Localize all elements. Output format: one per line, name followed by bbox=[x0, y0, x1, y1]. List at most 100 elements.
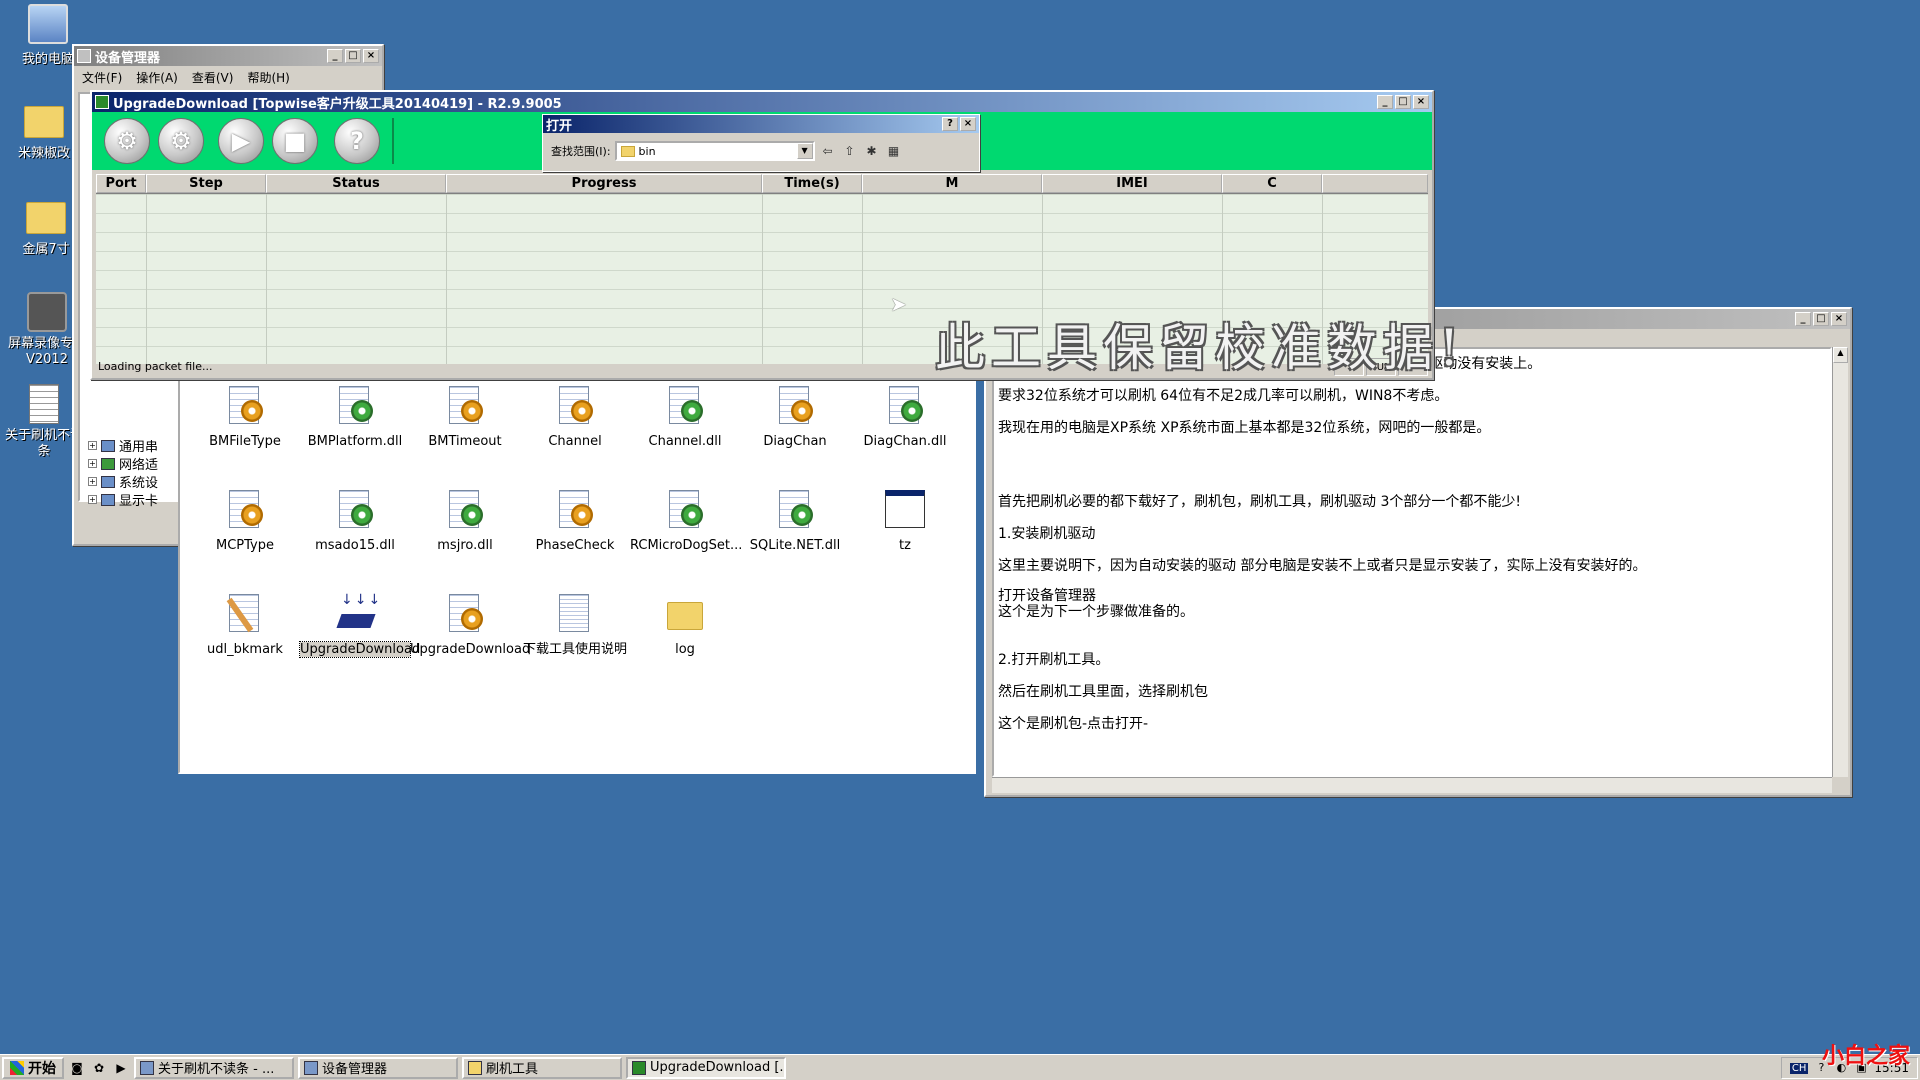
scroll-up-icon[interactable]: ▲ bbox=[1833, 347, 1848, 363]
view-menu-icon[interactable]: ▦ bbox=[885, 142, 903, 160]
column-empty[interactable] bbox=[1322, 174, 1428, 193]
upgrade-download-titlebar[interactable]: UpgradeDownload [Topwise客户升级工具20140419] … bbox=[92, 92, 1432, 112]
column-imei[interactable]: IMEI bbox=[1042, 174, 1222, 193]
tree-item-network[interactable]: + 网络适 bbox=[88, 454, 158, 473]
file-item[interactable]: 下载工具使用说明 bbox=[520, 592, 630, 658]
task-device-manager[interactable]: 设备管理器 bbox=[298, 1056, 458, 1079]
file-label: MCPType bbox=[216, 538, 274, 553]
column-status[interactable]: Status bbox=[266, 174, 446, 193]
file-item[interactable]: PhaseCheck bbox=[520, 488, 630, 553]
dll-file-icon bbox=[333, 488, 377, 532]
text-line: 我现在用的电脑是XP系统 XP系统市面上基本都是32位系统，网吧的一般都是。 bbox=[998, 420, 1491, 436]
file-list[interactable]: BMFileType BMPlatform.dll BMTimeout Channel… bbox=[178, 372, 976, 774]
file-item[interactable]: UpgradeDownload bbox=[410, 592, 530, 657]
column-time[interactable]: Time(s) bbox=[762, 174, 862, 193]
file-item[interactable]: BMTimeout bbox=[410, 384, 520, 449]
menu-help[interactable]: 帮助(H) bbox=[247, 69, 289, 86]
text-document-window[interactable]: _ □ × 我这里主要说明下刷机，选择好刷机包连接电脑后，不读条的问题-----… bbox=[984, 307, 1852, 797]
show-desktop-icon[interactable]: ◙ bbox=[68, 1059, 86, 1077]
tree-item-display[interactable]: + 显示卡 bbox=[88, 490, 158, 509]
up-folder-icon[interactable]: ⇧ bbox=[841, 142, 859, 160]
config-file-icon bbox=[443, 592, 487, 636]
device-manager-title: 设备管理器 bbox=[95, 50, 161, 66]
file-item[interactable]: DiagChan.dll bbox=[850, 384, 960, 449]
tree-item-usb[interactable]: + 通用串 bbox=[88, 436, 158, 455]
expand-icon[interactable]: + bbox=[88, 459, 97, 468]
stop-button[interactable]: ■ bbox=[272, 118, 318, 164]
column-progress[interactable]: Progress bbox=[446, 174, 762, 193]
dll-file-icon bbox=[443, 488, 487, 532]
file-item[interactable]: udl_bkmark bbox=[190, 592, 300, 657]
settings-button[interactable]: ⚙ bbox=[104, 118, 150, 164]
file-item[interactable]: BMFileType bbox=[190, 384, 300, 449]
device-manager-icon bbox=[77, 49, 91, 63]
file-item[interactable]: msado15.dll bbox=[300, 488, 410, 553]
close-button[interactable]: × bbox=[363, 49, 379, 63]
open-dialog-titlebar[interactable]: 打开 ? × bbox=[543, 115, 979, 134]
new-folder-icon[interactable]: ✱ bbox=[863, 142, 881, 160]
look-in-row: 查找范围(I): bin ▼ ⇦ ⇧ ✱ ▦ bbox=[551, 141, 903, 161]
column-port[interactable]: Port bbox=[96, 174, 146, 193]
task-flash-tool[interactable]: 刷机工具 bbox=[462, 1056, 622, 1079]
file-item[interactable]: RCMicroDogSet... bbox=[630, 488, 742, 553]
media-player-icon[interactable]: ▶ bbox=[112, 1059, 130, 1077]
look-in-combo[interactable]: bin ▼ bbox=[614, 141, 815, 161]
document-icon bbox=[553, 592, 597, 636]
file-item[interactable]: SQLite.NET.dll bbox=[740, 488, 850, 553]
close-button[interactable]: × bbox=[1413, 95, 1429, 109]
chevron-down-icon[interactable]: ▼ bbox=[796, 143, 813, 159]
file-item[interactable]: log bbox=[630, 592, 740, 657]
file-item[interactable]: tz bbox=[850, 488, 960, 553]
device-manager-titlebar[interactable]: 设备管理器 _ □ × bbox=[74, 46, 382, 66]
help-icon[interactable]: ? bbox=[942, 117, 958, 131]
back-icon[interactable]: ⇦ bbox=[819, 142, 837, 160]
horizontal-scrollbar[interactable] bbox=[992, 777, 1832, 793]
column-m[interactable]: M bbox=[862, 174, 1042, 193]
close-button[interactable]: × bbox=[960, 117, 976, 131]
options-button[interactable]: ⚙ bbox=[158, 118, 204, 164]
column-c[interactable]: C bbox=[1222, 174, 1322, 193]
expand-icon[interactable]: + bbox=[88, 477, 97, 486]
watermark-text: 此工具保留校准数据! bbox=[935, 319, 1466, 377]
menu-action[interactable]: 操作(A) bbox=[136, 69, 178, 86]
vertical-scrollbar[interactable]: ▲ bbox=[1832, 347, 1848, 777]
file-label: msado15.dll bbox=[315, 538, 395, 553]
start-button[interactable]: 开始 bbox=[2, 1056, 64, 1079]
tree-item-system[interactable]: + 系统设 bbox=[88, 472, 158, 491]
maximize-button[interactable]: □ bbox=[345, 49, 361, 63]
minimize-button[interactable]: _ bbox=[1795, 312, 1811, 326]
help-button[interactable]: ? bbox=[334, 118, 380, 164]
file-item[interactable]: MCPType bbox=[190, 488, 300, 553]
task-upgrade-download[interactable]: UpgradeDownload [... bbox=[626, 1056, 786, 1079]
expand-icon[interactable]: + bbox=[88, 495, 97, 504]
file-item[interactable]: Channel bbox=[520, 384, 630, 449]
file-label: BMFileType bbox=[209, 434, 281, 449]
stop-icon: ■ bbox=[283, 127, 307, 155]
text-line: 这里主要说明下，因为自动安装的驱动 部分电脑是安装不上或者只是显示安装了，实际上… bbox=[998, 558, 1647, 574]
file-item[interactable]: ↓↓↓ UpgradeDownload bbox=[299, 592, 420, 658]
file-item[interactable]: msjro.dll bbox=[410, 488, 520, 553]
file-item[interactable]: DiagChan bbox=[740, 384, 850, 449]
menu-file[interactable]: 文件(F) bbox=[82, 69, 122, 86]
file-item[interactable]: BMPlatform.dll bbox=[300, 384, 410, 449]
minimize-button[interactable]: _ bbox=[1377, 95, 1393, 109]
close-button[interactable]: × bbox=[1831, 312, 1847, 326]
ime-indicator[interactable]: CH bbox=[1789, 1062, 1809, 1074]
display-icon bbox=[101, 493, 115, 506]
start-label: 开始 bbox=[28, 1060, 56, 1077]
start-button[interactable]: ▶ bbox=[218, 118, 264, 164]
maximize-button[interactable]: □ bbox=[1395, 95, 1411, 109]
task-readme[interactable]: 关于刷机不读条 - ... bbox=[134, 1056, 294, 1079]
task-label: 关于刷机不读条 - ... bbox=[158, 1062, 275, 1077]
text-document-body[interactable]: 我这里主要说明下刷机，选择好刷机包连接电脑后，不读条的问题-----驱动没有安装… bbox=[992, 347, 1832, 777]
expand-icon[interactable]: + bbox=[88, 441, 97, 450]
minimize-button[interactable]: _ bbox=[327, 49, 343, 63]
file-item[interactable]: Channel.dll bbox=[630, 384, 740, 449]
browser-icon[interactable]: ✿ bbox=[90, 1059, 108, 1077]
open-dialog[interactable]: 打开 ? × 查找范围(I): bin ▼ ⇦ ⇧ ✱ ▦ bbox=[542, 114, 980, 172]
toolbar-separator bbox=[392, 118, 394, 164]
menu-view[interactable]: 查看(V) bbox=[192, 69, 234, 86]
column-step[interactable]: Step bbox=[146, 174, 266, 193]
my-computer-icon bbox=[28, 4, 68, 44]
maximize-button[interactable]: □ bbox=[1813, 312, 1829, 326]
